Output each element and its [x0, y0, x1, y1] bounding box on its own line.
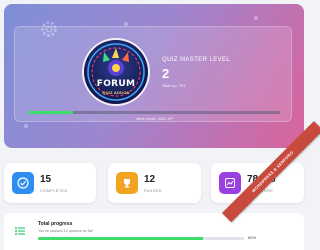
avatar-badge-subtext: QUIZ ADDON — [102, 90, 130, 95]
decor-dot — [24, 124, 28, 128]
stat-value: 12 — [144, 174, 156, 185]
list-icon — [15, 227, 25, 235]
xp-progress-fill — [28, 111, 74, 114]
chart-icon — [219, 172, 241, 194]
trophy-icon — [116, 172, 138, 194]
progress-subtitle: You've passed 12 quizzes so far! — [38, 229, 94, 233]
level-panel — [14, 26, 292, 122]
level-label: QUIZ MASTER LEVEL — [162, 57, 231, 63]
progress-percent: 80% — [248, 235, 257, 240]
stat-label: PASSED — [144, 188, 162, 193]
total-progress-fill — [38, 237, 203, 240]
next-level-label: Next Level: 3501 XP — [136, 116, 173, 121]
avatar: FORUM QUIZ ADDON — [84, 40, 148, 104]
stat-card-passed: 12 PASSED — [108, 163, 201, 203]
stat-card-completed: 15 COMPLETED — [4, 163, 96, 203]
avatar-badge-text: FORUM — [96, 79, 136, 89]
stat-value: 15 — [40, 174, 52, 185]
level-value: 2 — [162, 66, 170, 81]
check-circle-icon — [12, 172, 34, 194]
decor-dot — [254, 16, 258, 20]
stat-label: COMPLETED — [40, 188, 68, 193]
xp-progress-bar — [28, 111, 280, 114]
total-progress-card: Total progress You've passed 12 quizzes … — [4, 213, 304, 250]
progress-title: Total progress — [38, 221, 73, 227]
total-progress-bar — [38, 237, 244, 240]
total-xp: Total Xp: 751 — [162, 83, 186, 88]
